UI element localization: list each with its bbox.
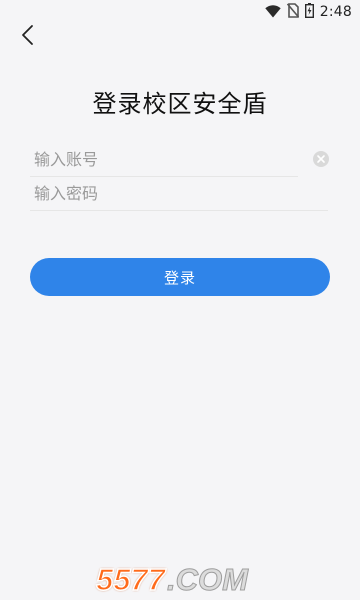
wifi-icon [265, 3, 281, 22]
status-time: 2:48 [319, 4, 352, 20]
watermark-logo: 5577 .COM [95, 560, 284, 600]
password-input[interactable] [30, 176, 328, 210]
account-input[interactable] [30, 142, 298, 176]
battery-icon [304, 2, 314, 22]
account-field[interactable] [30, 142, 298, 177]
watermark-number: 5577 [95, 561, 165, 598]
status-icons: 2:48 [265, 2, 352, 22]
login-button[interactable]: 登录 [30, 258, 330, 296]
page-title: 登录校区安全盾 [92, 90, 268, 118]
no-sim-icon [286, 2, 299, 22]
back-button[interactable] [12, 22, 42, 52]
watermark-domain: .COM [166, 562, 248, 598]
status-bar: 2:48 [0, 0, 360, 24]
clear-input-button[interactable] [312, 150, 330, 168]
clear-circle-icon[interactable] [312, 151, 330, 172]
chevron-left-icon[interactable] [20, 24, 34, 50]
password-field[interactable] [30, 176, 328, 211]
